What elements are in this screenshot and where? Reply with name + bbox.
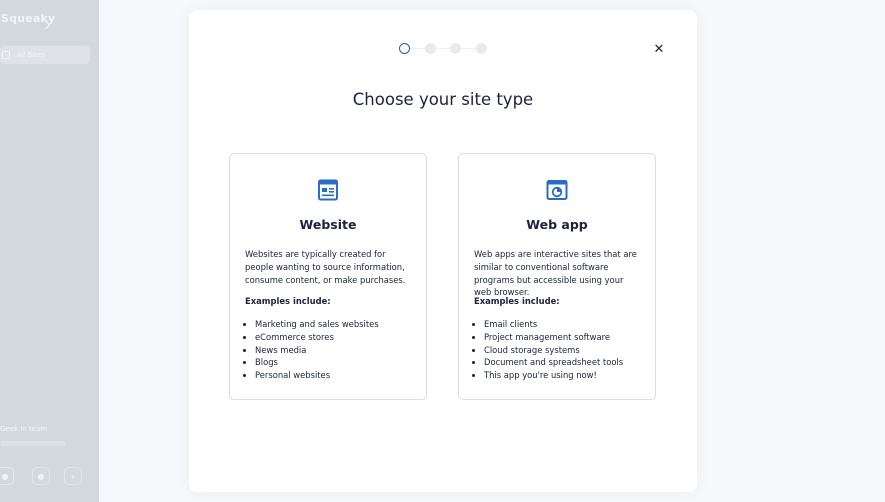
help-button[interactable]: + (64, 467, 82, 485)
account-button[interactable]: ● (32, 467, 50, 485)
card-title: Website (299, 217, 357, 232)
list-item: Cloud storage systems (484, 344, 623, 357)
card-description: Web apps are interactive sites that are … (474, 249, 637, 298)
list-item: Blogs (255, 356, 379, 369)
sidebar-item-label: All Sites (17, 51, 45, 59)
list-item: News media (255, 344, 379, 357)
sidebar: Squeaky All Sites Geek in team ● ● + (0, 0, 99, 502)
list-item: Personal websites (255, 369, 379, 382)
step-3-indicator (450, 43, 461, 54)
examples-heading: Examples include: (474, 296, 560, 306)
team-progress-bar (0, 441, 66, 446)
step-4-indicator (476, 43, 487, 54)
step-2-indicator (425, 43, 436, 54)
settings-button[interactable]: ● (0, 467, 14, 485)
help-icon: + (69, 471, 77, 481)
sidebar-item-all-sites[interactable]: All Sites (0, 46, 90, 64)
stepper-track (409, 48, 481, 49)
list-item: Email clients (484, 318, 623, 331)
website-option-card[interactable]: Website Websites are typically created f… (229, 153, 427, 400)
list-item: Project management software (484, 331, 623, 344)
card-description: Websites are typically created for peopl… (245, 249, 406, 285)
web-app-option-card[interactable]: Web app Web apps are interactive sites t… (458, 153, 656, 400)
settings-icon: ● (1, 471, 9, 481)
website-icon (318, 179, 338, 201)
examples-list: Marketing and sales websites eCommerce s… (245, 318, 379, 382)
site-type-modal: ✕ Choose your site type Website Websites… (189, 10, 697, 492)
list-item: eCommerce stores (255, 331, 379, 344)
web-app-chart-icon (546, 180, 568, 200)
close-button[interactable]: ✕ (651, 41, 667, 57)
list-item: Document and spreadsheet tools (484, 356, 623, 369)
close-icon: ✕ (653, 41, 665, 56)
card-title: Web app (526, 217, 588, 232)
modal-title: Choose your site type (352, 90, 534, 109)
sites-icon (2, 51, 10, 59)
list-item: This app you're using now! (484, 369, 623, 382)
examples-list: Email clients Project management softwar… (474, 318, 623, 382)
team-label: Geek in team (0, 425, 48, 433)
step-1-indicator (399, 43, 410, 54)
stepper (399, 43, 489, 54)
account-icon: ● (37, 471, 45, 481)
examples-heading: Examples include: (245, 296, 331, 306)
list-item: Marketing and sales websites (255, 318, 379, 331)
